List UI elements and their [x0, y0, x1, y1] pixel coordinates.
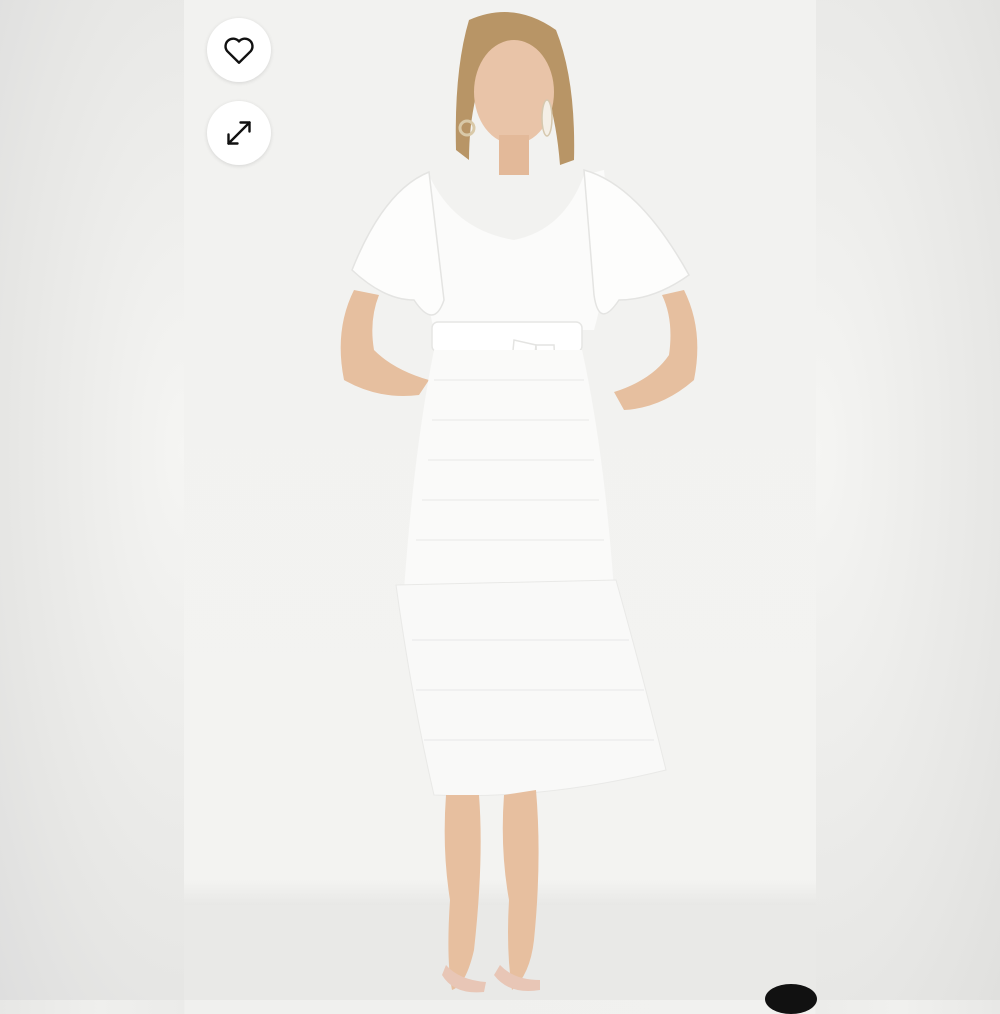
expand-arrows-icon: [227, 121, 251, 145]
heart-icon: [224, 37, 254, 64]
blurred-backdrop-right: [816, 0, 1000, 1000]
product-image: [184, 0, 816, 1000]
expand-image-button[interactable]: [207, 101, 271, 165]
blurred-backdrop-left: [0, 0, 184, 1000]
corner-indicator: [765, 984, 817, 1014]
favorite-button[interactable]: [207, 18, 271, 82]
dress-photo-illustration: [184, 12, 816, 1000]
